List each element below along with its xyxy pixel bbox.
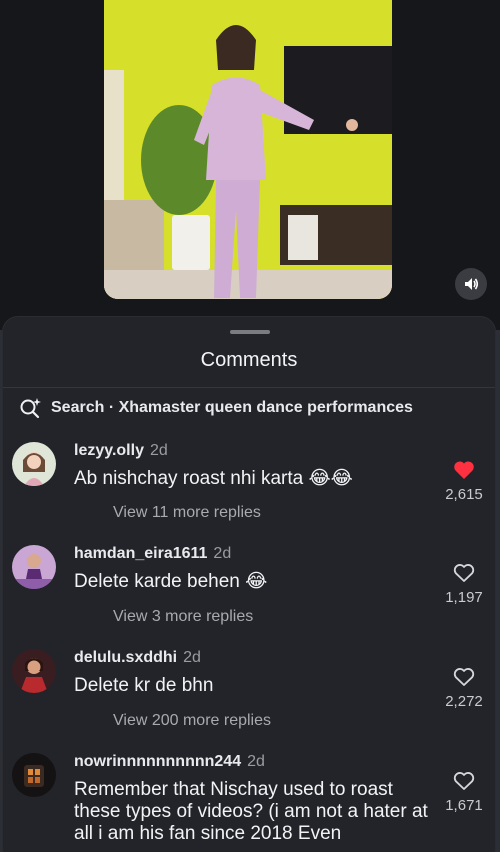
comment-text: Delete kr de bhn [74,675,214,696]
comment-header: lezyy.olly 2d [74,442,168,460]
search-suggestion-text: Search · Xhamaster queen dance performan… [51,399,413,416]
avatar-image [12,649,56,693]
divider [3,387,495,388]
sound-button[interactable] [455,268,487,300]
comment-item: delulu.sxddhi 2d Delete kr de bhn View 20… [12,649,492,739]
like-count: 1,671 [445,797,483,814]
like-button[interactable]: 1,671 [442,771,486,814]
comment-username[interactable]: nowrinnnnnnnnnn244 [74,753,241,770]
like-button[interactable]: 2,272 [442,667,486,710]
like-button[interactable]: 2,615 [442,460,486,503]
volume-icon [465,278,479,290]
comment-text: Ab nishchay roast nhi karta 😂😂 [74,468,353,489]
like-button[interactable]: 1,197 [442,563,486,606]
view-replies-link[interactable]: View 11 more replies [113,504,261,522]
search-sparkle-icon [20,398,41,419]
sheet-title: Comments [200,349,298,371]
video-area [0,0,500,330]
heart-filled-icon [454,461,474,479]
avatar-image [12,442,56,486]
screen: Comments Search · Xhamaster queen dance … [0,0,500,852]
heart-outline-icon [453,564,475,582]
comment-time: 2d [149,442,168,459]
like-count: 1,197 [445,589,483,606]
avatar-image [12,545,56,589]
view-replies-link[interactable]: View 3 more replies [113,608,253,626]
comment-item: hamdan_eira1611 2d Delete karde behen 😂 V… [12,545,492,635]
sheet-grabber[interactable] [230,330,270,334]
like-count: 2,615 [445,486,483,503]
comment-text: Delete karde behen 😂 [74,571,268,592]
video-player[interactable] [104,0,392,299]
avatar[interactable] [12,442,56,486]
comment-time: 2d [213,545,232,562]
avatar-image [12,753,56,797]
like-count: 2,272 [445,693,483,710]
comment-username[interactable]: lezyy.olly [74,442,144,459]
avatar[interactable] [12,753,56,797]
comment-username[interactable]: delulu.sxddhi [74,649,177,666]
comment-time: 2d [183,649,201,666]
video-frame-illustration [104,0,392,299]
comment-username[interactable]: hamdan_eira1611 [74,545,207,562]
heart-outline-icon [453,668,475,686]
heart-outline-icon [453,772,475,790]
comment-item: nowrinnnnnnnnnn244 2d Remember that Nisch… [12,753,492,852]
comment-header: nowrinnnnnnnnnn244 2d [74,753,265,771]
avatar[interactable] [12,649,56,693]
comment-text: Remember that Nischay used to roast thes… [74,779,428,844]
comment-header: hamdan_eira1611 2d [74,545,231,563]
avatar[interactable] [12,545,56,589]
comment-header: delulu.sxddhi 2d [74,649,201,667]
comment-item: lezyy.olly 2d Ab nishchay roast nhi karta… [12,442,492,532]
search-suggestion[interactable]: Search · Xhamaster queen dance performan… [19,397,413,419]
view-replies-link[interactable]: View 200 more replies [113,712,271,730]
comment-time: 2d [247,753,265,770]
